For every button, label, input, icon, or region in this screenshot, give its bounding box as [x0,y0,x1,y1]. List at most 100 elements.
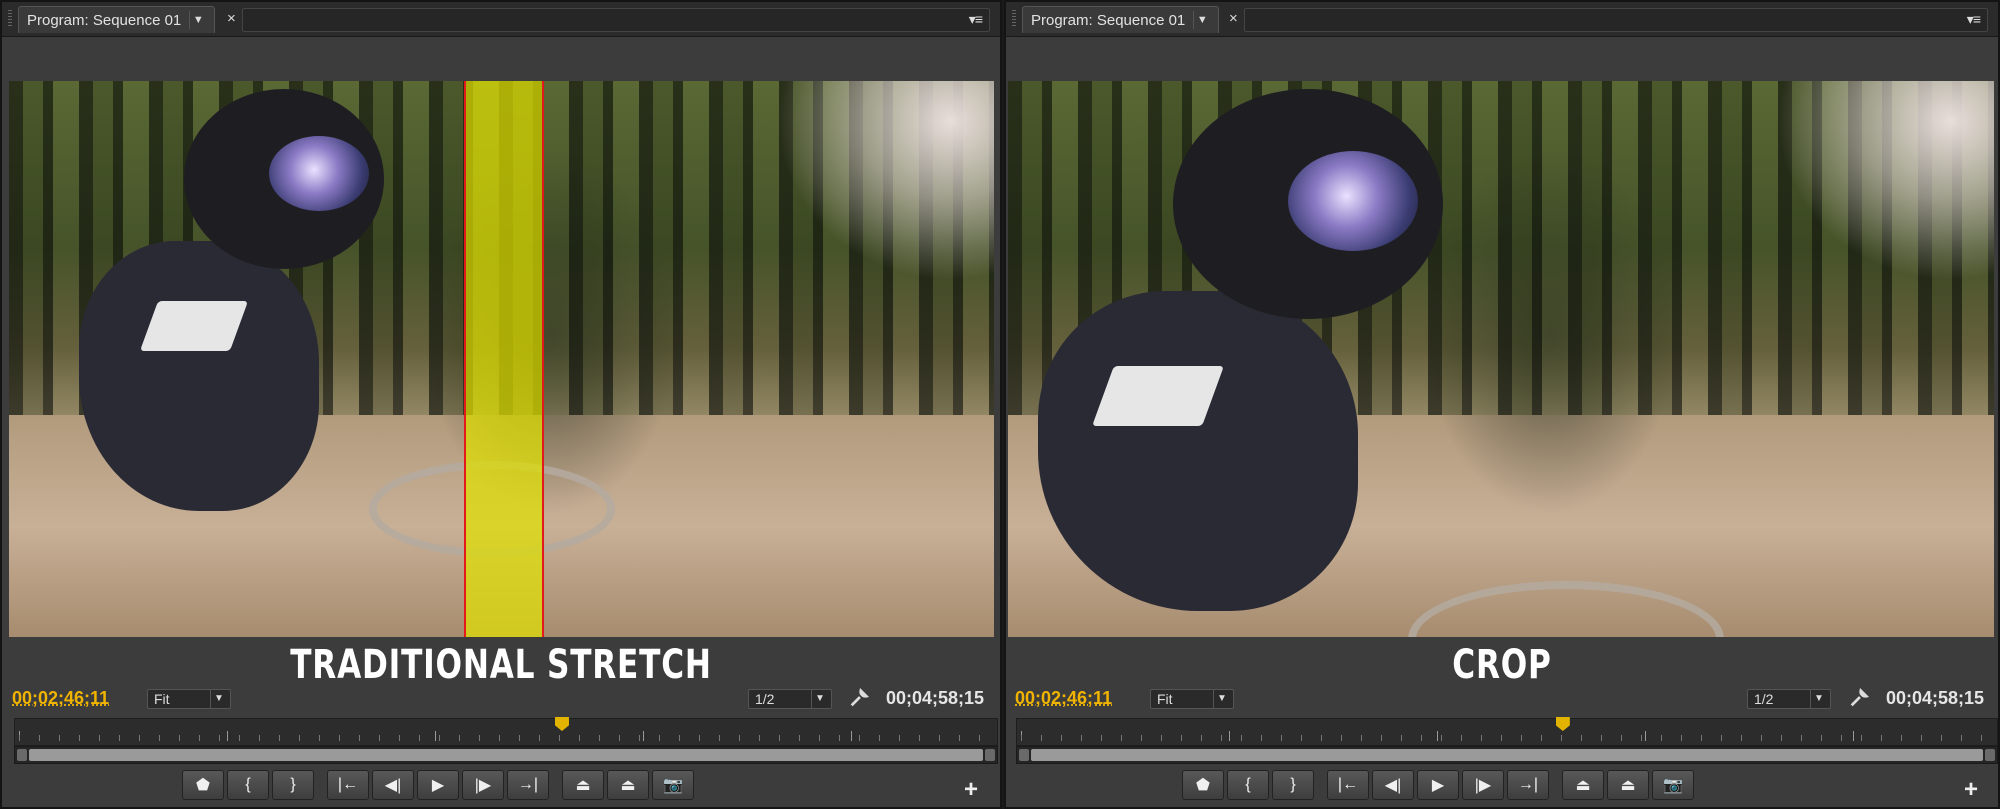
zoom-level-value: Fit [154,691,170,707]
program-monitor-right: Program: Sequence 01 ▼ × ▾≡ CROP 00;02;4… [1004,0,2000,809]
go-to-in-button[interactable]: |← [327,770,369,800]
lift-icon: ⏏ [575,777,591,794]
step-back-icon: ◀| [1384,777,1402,794]
jersey-logo [139,301,249,351]
playhead-marker[interactable] [1555,717,1570,731]
current-timecode[interactable]: 00;02;46;11 [12,688,109,709]
play-button[interactable]: ▶ [417,770,459,800]
tab-title: Program: Sequence 01 [27,11,182,29]
ruler-minor-ticks [1021,735,1993,741]
add-marker-button[interactable]: ⬟ [1182,770,1224,800]
sky-highlight [1777,81,1994,282]
transport-controls: ⬟ {} |← ◀| ▶ |▶ →| ⏏ ⏏ 📷 [1182,770,1832,800]
video-frame [1008,81,1994,637]
marker-icon: ⬟ [196,777,210,794]
play-icon: ▶ [431,777,445,794]
button-editor-add-icon[interactable]: + [964,776,978,804]
chevron-down-icon[interactable]: ▼ [1193,11,1210,29]
mark-out-button[interactable]: } [272,770,314,800]
step-forward-button[interactable]: |▶ [1462,770,1504,800]
extract-button[interactable]: ⏏ [607,770,649,800]
zoom-level-select[interactable]: Fit ▼ [147,689,231,709]
go-to-out-button[interactable]: →| [1507,770,1549,800]
total-duration-timecode: 00;04;58;15 [886,688,985,708]
go-to-in-button[interactable]: |← [1327,770,1369,800]
mark-out-icon: } [1290,776,1296,793]
tab-bar-empty-area [1244,8,1988,32]
scrollbar-thumb[interactable] [29,749,983,761]
button-editor-add-icon[interactable]: + [1964,776,1978,804]
go-to-out-button[interactable]: →| [507,770,549,800]
playback-resolution-select[interactable]: 1/2 ▼ [748,689,832,709]
goggle-visor [1288,151,1418,251]
goggle-visor [269,136,369,211]
mark-in-button[interactable]: { [227,770,269,800]
zoom-scrollbar[interactable] [14,746,998,764]
zoom-level-value: Fit [1157,691,1173,707]
step-forward-icon: |▶ [1474,777,1492,794]
panel-grip-handle[interactable] [8,10,12,28]
camera-icon: 📷 [1663,777,1683,794]
wrench-icon[interactable] [848,687,870,709]
panel-menu-icon[interactable]: ▾≡ [969,11,983,28]
step-forward-button[interactable]: |▶ [462,770,504,800]
step-back-button[interactable]: ◀| [1372,770,1414,800]
tab-bar-empty-area [242,8,990,32]
wrench-icon[interactable] [1848,687,1870,709]
panel-grip-handle[interactable] [1012,10,1016,28]
panel-menu-icon[interactable]: ▾≡ [1967,11,1981,28]
go-to-in-icon: |← [337,776,359,793]
zoom-scrollbar[interactable] [1016,746,1998,764]
mark-in-icon: { [245,776,251,793]
close-icon[interactable]: × [1229,10,1238,27]
time-ruler[interactable] [1016,717,1998,746]
export-frame-button[interactable]: 📷 [652,770,694,800]
mark-in-icon: { [1245,776,1251,793]
total-duration-timecode: 00;04;58;15 [1886,688,1985,708]
front-wheel [1408,581,1724,637]
comparison-label: TRADITIONAL STRETCH [290,642,712,688]
chevron-down-icon[interactable]: ▼ [189,11,206,29]
time-ruler[interactable] [14,717,998,746]
tab-program-sequence[interactable]: Program: Sequence 01 ▼ [1022,6,1220,33]
lift-icon: ⏏ [1575,777,1591,794]
extract-icon: ⏏ [1620,777,1636,794]
lift-button[interactable]: ⏏ [1562,770,1604,800]
play-button[interactable]: ▶ [1417,770,1459,800]
scrollbar-left-handle[interactable] [17,749,27,761]
extract-button[interactable]: ⏏ [1607,770,1649,800]
sky-highlight [777,81,994,282]
playback-resolution-select[interactable]: 1/2 ▼ [1747,689,1831,709]
resolution-value: 1/2 [755,691,775,707]
zoom-level-select[interactable]: Fit ▼ [1150,689,1234,709]
scrollbar-right-handle[interactable] [985,749,995,761]
current-timecode[interactable]: 00;02;46;11 [1015,688,1112,709]
panel-tab-bar: Program: Sequence 01 ▼ × ▾≡ [1006,2,1998,37]
step-back-button[interactable]: ◀| [372,770,414,800]
ruler-minor-ticks [19,735,993,741]
video-viewer[interactable] [9,81,994,637]
close-icon[interactable]: × [227,10,236,27]
scrollbar-right-handle[interactable] [1985,749,1995,761]
chevron-down-icon: ▼ [1810,690,1827,708]
chevron-down-icon: ▼ [210,690,227,708]
jersey-logo [1092,366,1224,426]
marker-icon: ⬟ [1196,777,1210,794]
export-frame-button[interactable]: 📷 [1652,770,1694,800]
monitor-info-row: 00;02;46;11 Fit ▼ 1/2 ▼ 00;04;58;15 [2,686,1000,716]
program-monitor-left: Program: Sequence 01 ▼ × ▾≡ TRADITIONAL … [0,0,1002,809]
tab-title: Program: Sequence 01 [1031,11,1186,29]
step-forward-icon: |▶ [474,777,492,794]
scrollbar-left-handle[interactable] [1019,749,1029,761]
mark-out-icon: } [290,776,296,793]
resolution-value: 1/2 [1754,691,1774,707]
scrollbar-thumb[interactable] [1031,749,1983,761]
camera-icon: 📷 [663,777,683,794]
video-viewer[interactable] [1008,81,1994,637]
add-marker-button[interactable]: ⬟ [182,770,224,800]
playhead-marker[interactable] [554,717,569,731]
mark-out-button[interactable]: } [1272,770,1314,800]
lift-button[interactable]: ⏏ [562,770,604,800]
mark-in-button[interactable]: { [1227,770,1269,800]
tab-program-sequence[interactable]: Program: Sequence 01 ▼ [18,6,216,33]
